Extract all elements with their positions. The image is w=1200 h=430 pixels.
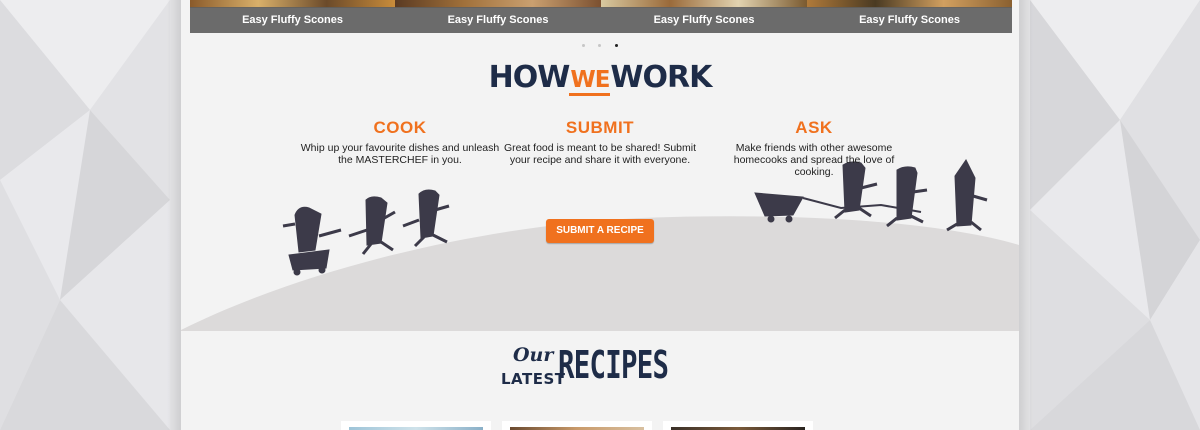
latest-recipes-title: Our LATEST RECIPES [481, 340, 721, 400]
title-recipes: RECIPES [558, 343, 669, 387]
how-we-work-title: HOWWEWORK [181, 60, 1019, 96]
submit-recipe-button[interactable]: SUBMIT A RECIPE [546, 219, 654, 243]
recipe-card[interactable] [663, 421, 813, 430]
submit-text: Great food is meant to be shared! Submit… [503, 142, 697, 166]
title-our: Our [513, 344, 554, 366]
cook-text: Whip up your favourite dishes and unleas… [300, 142, 500, 166]
cook-heading: COOK [373, 118, 427, 137]
submit-heading: SUBMIT [565, 118, 635, 137]
cook-figure-icon [294, 206, 322, 253]
ask-text: Make friends with other awesome homecook… [733, 142, 895, 178]
recipe-card[interactable] [502, 421, 652, 430]
ask-column: ASK Make friends with other awesome home… [714, 118, 914, 178]
page-shadow-right [1019, 0, 1033, 430]
cook-figure-icon [418, 189, 440, 239]
title-we: WE [569, 67, 610, 96]
cook-figure-icon [954, 159, 976, 227]
title-how: HOW [488, 60, 571, 95]
recipe-card[interactable] [341, 421, 491, 430]
title-work: WORK [610, 60, 712, 95]
page-shadow-left [167, 0, 181, 430]
ask-heading: ASK [795, 118, 833, 137]
cart-icon [754, 192, 804, 217]
cook-figure-icon [365, 196, 388, 246]
page-container: Easy Fluffy Scones Easy Fluffy Scones Ea… [181, 0, 1019, 430]
submit-column: SUBMIT Great food is meant to be shared!… [500, 118, 700, 166]
title-latest: LATEST [501, 370, 566, 388]
cook-column: COOK Whip up your favourite dishes and u… [300, 118, 500, 166]
